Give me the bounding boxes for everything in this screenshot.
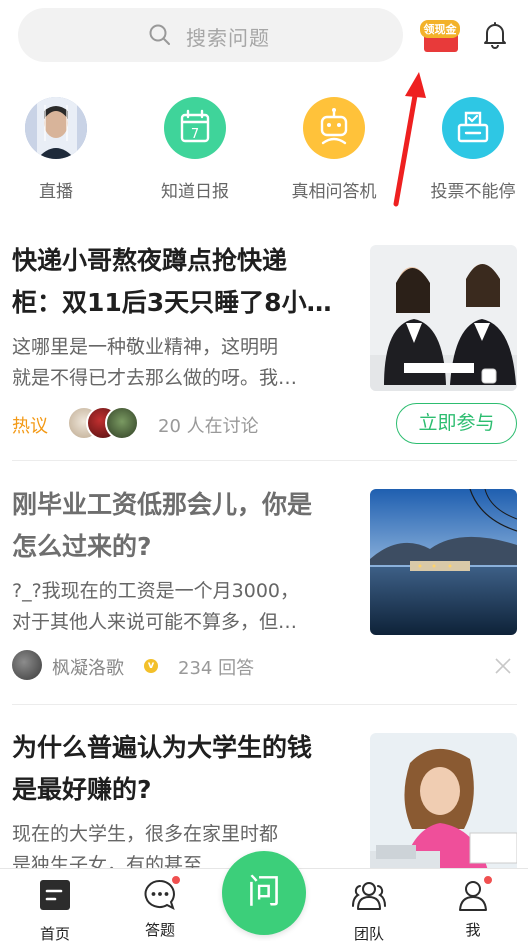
search-placeholder: 搜索问题 xyxy=(186,26,270,50)
nav-icon-wrap xyxy=(455,875,493,913)
avatar xyxy=(105,406,139,440)
participant-avatars xyxy=(67,406,139,440)
hot-tag: 热议 xyxy=(12,416,48,437)
quick-entry-row: 直播 7 知道日报 真相问答机 投票不能停 xyxy=(0,97,528,207)
question-card[interactable]: 快递小哥熬夜蹲点抢快递 柜：双11后3天只睡了8小… 这哪里是一种敬业精神，这明… xyxy=(0,240,528,455)
nav-label: 我 xyxy=(465,921,481,939)
card-excerpt: ?_?我现在的工资是一个月3000， 对于其他人来说可能不算多，但… xyxy=(12,576,352,638)
nav-icon-wrap xyxy=(142,875,181,913)
card-excerpt-line: 就是不得已才去那么做的呀。我… xyxy=(12,367,298,389)
join-button[interactable]: 立即参与 xyxy=(396,403,517,444)
card-thumbnail xyxy=(370,733,517,868)
card-title: 快递小哥熬夜蹲点抢快递 柜：双11后3天只睡了8小… xyxy=(12,240,352,324)
nav-label: 答题 xyxy=(144,921,175,939)
calendar-icon: 7 xyxy=(164,97,226,159)
search-bar[interactable]: 搜索问题 xyxy=(18,8,403,62)
card-thumbnail xyxy=(370,245,517,391)
team-icon xyxy=(352,882,386,910)
robot-icon xyxy=(303,97,365,159)
discuss-count: 20 人在讨论 xyxy=(158,416,259,437)
card-title-line: 刚毕业工资低那会儿，你是 xyxy=(12,490,313,519)
nav-home[interactable]: 首页 xyxy=(25,877,85,941)
divider xyxy=(12,460,517,461)
live-avatar-icon xyxy=(25,97,87,159)
card-title-line: 是最好赚的? xyxy=(12,775,152,804)
quick-entry-label: 知道日报 xyxy=(161,182,229,202)
card-excerpt: 这哪里是一种敬业精神，这明明 就是不得已才去那么做的呀。我… xyxy=(12,332,352,394)
card-excerpt-line: 对于其他人来说可能不算多，但… xyxy=(12,611,298,633)
question-card[interactable]: 为什么普遍认为大学生的钱 是最好赚的? 现在的大学生，很多在家里时都 是独生子女… xyxy=(0,727,528,868)
nav-label: 首页 xyxy=(39,925,70,941)
quick-entry-daily[interactable]: 7 知道日报 xyxy=(140,97,250,202)
card-excerpt: 现在的大学生，很多在家里时都 是独生子女，有的甚至… xyxy=(12,819,352,868)
card-excerpt-line: 这哪里是一种敬业精神，这明明 xyxy=(12,336,279,358)
card-title-line: 快递小哥熬夜蹲点抢快递 xyxy=(12,246,288,275)
card-excerpt-line: 是独生子女，有的甚至… xyxy=(12,854,222,868)
question-card[interactable]: 刚毕业工资低那会儿，你是 怎么过来的? ?_?我现在的工资是一个月3000， 对… xyxy=(0,484,528,699)
author-avatar[interactable] xyxy=(12,650,42,680)
verified-badge-icon: v xyxy=(144,659,158,673)
cash-label: 领现金 xyxy=(420,20,460,38)
card-title-line: 柜：双11后3天只睡了8小… xyxy=(12,288,332,317)
notification-dot xyxy=(171,875,181,885)
quick-entry-live[interactable]: 直播 xyxy=(1,97,111,202)
card-title-line: 怎么过来的? xyxy=(12,532,152,561)
nav-team[interactable]: 团队 xyxy=(339,877,399,941)
red-envelope-cash-icon[interactable]: 领现金 xyxy=(420,16,460,54)
card-excerpt-line: ?_?我现在的工资是一个月3000， xyxy=(12,580,300,602)
answer-count: 234 回答 xyxy=(178,658,255,679)
card-thumbnail xyxy=(370,489,517,635)
card-excerpt-line: 现在的大学生，很多在家里时都 xyxy=(12,823,279,845)
author-name[interactable]: 枫凝洛歌 xyxy=(52,654,124,680)
nav-label: 团队 xyxy=(353,925,384,941)
quick-entry-label: 真相问答机 xyxy=(291,182,377,202)
quick-entry-label: 直播 xyxy=(39,182,73,202)
nav-answer[interactable]: 答题 xyxy=(130,875,190,940)
calendar-day: 7 xyxy=(191,127,199,142)
divider xyxy=(12,704,517,705)
home-icon xyxy=(40,880,70,910)
close-icon[interactable] xyxy=(493,656,513,676)
notification-dot xyxy=(483,875,493,885)
quick-entry-label: 投票不能停 xyxy=(430,182,516,202)
quick-entry-vote[interactable]: 投票不能停 xyxy=(418,97,528,202)
ask-question-button[interactable]: 问 xyxy=(222,851,306,935)
nav-me[interactable]: 我 xyxy=(443,875,503,940)
card-title-line: 为什么普遍认为大学生的钱 xyxy=(12,733,313,762)
bell-icon[interactable] xyxy=(481,20,509,50)
search-icon xyxy=(149,24,170,45)
vote-box-icon xyxy=(442,97,504,159)
card-title: 刚毕业工资低那会儿，你是 怎么过来的? xyxy=(12,484,352,568)
quick-entry-robot[interactable]: 真相问答机 xyxy=(279,97,389,202)
card-title: 为什么普遍认为大学生的钱 是最好赚的? xyxy=(12,727,352,811)
